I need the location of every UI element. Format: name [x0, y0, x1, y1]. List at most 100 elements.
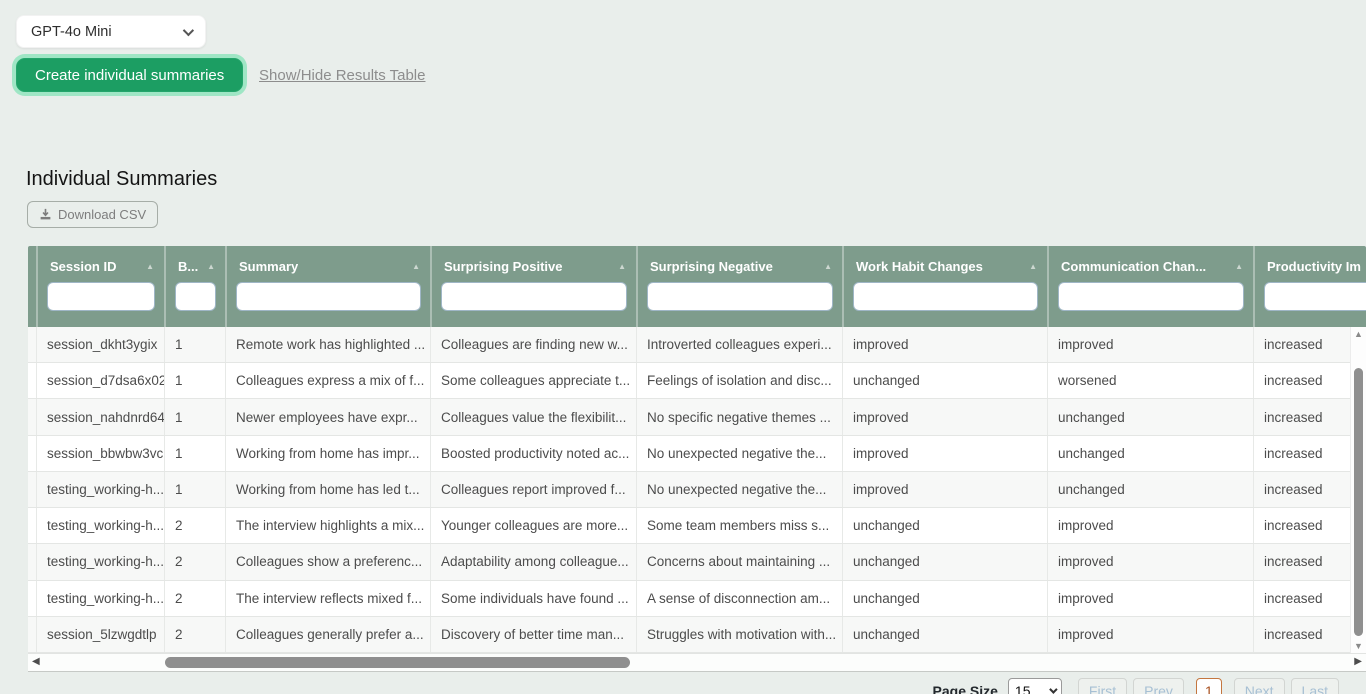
horizontal-scrollbar-thumb[interactable] [165, 657, 630, 668]
table-cell: No specific negative themes ... [636, 399, 842, 435]
table-cell: No unexpected negative the... [636, 435, 842, 471]
table-cell: improved [1047, 544, 1253, 580]
table-cell: 2 [164, 616, 225, 652]
current-page-button[interactable]: 1 [1195, 678, 1222, 694]
table-cell: Some colleagues appreciate t... [430, 363, 636, 399]
column-header-label[interactable]: Session ID [50, 259, 116, 274]
sort-asc-icon[interactable]: ▲ [1029, 262, 1037, 271]
table-cell: unchanged [1047, 399, 1253, 435]
row-spacer [28, 472, 36, 507]
column-header[interactable]: Communication Chan... ▲ [1047, 246, 1253, 327]
row-spacer [28, 399, 36, 434]
first-page-button[interactable]: First [1077, 678, 1128, 694]
chevron-down-icon [1049, 685, 1058, 694]
sort-asc-icon[interactable]: ▲ [207, 262, 215, 271]
column-filter-input[interactable] [647, 282, 833, 311]
column-filter-input[interactable] [236, 282, 421, 311]
table-cell: The interview reflects mixed f... [225, 580, 430, 616]
sort-asc-icon[interactable]: ▲ [412, 262, 420, 271]
column-header-label[interactable]: Work Habit Changes [856, 259, 983, 274]
table-cell: unchanged [842, 508, 1047, 544]
column-header[interactable]: Surprising Negative ▲ [636, 246, 842, 327]
horizontal-scrollbar[interactable]: ◀ ▶ [28, 653, 1366, 671]
model-select[interactable]: GPT-4o Mini [16, 15, 206, 48]
table-cell: session_dkht3ygix [36, 327, 164, 363]
table-row: testing_working-h... 1 Working from home h… [28, 471, 1366, 509]
page-title: Individual Summaries [26, 168, 218, 190]
scroll-down-icon[interactable]: ▼ [1351, 641, 1366, 651]
table-cell: testing_working-h... [36, 580, 164, 616]
column-header-label[interactable]: Surprising Positive [444, 259, 562, 274]
table-cell: 2 [164, 580, 225, 616]
toggle-results-table-link[interactable]: Show/Hide Results Table [259, 67, 425, 84]
column-header-label[interactable]: Productivity Im [1267, 259, 1361, 274]
table-cell: The interview highlights a mix... [225, 508, 430, 544]
last-page-button[interactable]: Last [1290, 678, 1339, 694]
sort-asc-icon[interactable]: ▲ [618, 262, 626, 271]
table-row: testing_working-h... 2 The interview highl… [28, 508, 1366, 545]
column-filter-input[interactable] [47, 282, 155, 311]
column-filter-input[interactable] [1058, 282, 1244, 311]
vertical-scrollbar-thumb[interactable] [1354, 368, 1363, 636]
table-cell: testing_working-h... [36, 544, 164, 580]
scroll-right-icon[interactable]: ▶ [1354, 656, 1362, 667]
table-cell: Adaptability among colleague... [430, 544, 636, 580]
next-page-button[interactable]: Next [1233, 678, 1285, 694]
column-header[interactable]: Surprising Positive ▲ [430, 246, 636, 327]
page-size-label: Page Size [932, 683, 998, 694]
individual-summaries-table: Session ID ▲ B... ▲ Summary ▲ Surprising Posit… [28, 246, 1366, 672]
column-header[interactable]: Summary ▲ [225, 246, 430, 327]
page-size-value: 15 [1014, 683, 1031, 694]
sort-asc-icon[interactable]: ▲ [824, 262, 832, 271]
table-cell: testing_working-h... [36, 508, 164, 544]
table-cell: 1 [164, 327, 225, 363]
vertical-scrollbar[interactable]: ▲ ▼ [1350, 327, 1366, 653]
sort-asc-icon[interactable]: ▲ [146, 262, 154, 271]
table-cell: Colleagues express a mix of f... [225, 363, 430, 399]
row-spacer [28, 617, 36, 652]
prev-page-button[interactable]: Prev [1133, 678, 1184, 694]
table-cell: Remote work has highlighted ... [225, 327, 430, 363]
table-cell: A sense of disconnection am... [636, 580, 842, 616]
pagination-bar: Page Size 15 First Prev 1 Next Last [933, 678, 1339, 694]
scroll-up-icon[interactable]: ▲ [1351, 329, 1366, 339]
table-cell: 1 [164, 435, 225, 471]
column-filter-input[interactable] [175, 282, 216, 311]
column-header[interactable]: Productivity Im [1253, 246, 1366, 327]
table-cell: Discovery of better time man... [430, 616, 636, 652]
sort-asc-icon[interactable]: ▲ [1235, 262, 1243, 271]
table-cell: improved [842, 327, 1047, 363]
table-cell: Colleagues are finding new w... [430, 327, 636, 363]
page-size-select[interactable]: 15 [1007, 678, 1062, 694]
column-header[interactable]: Session ID ▲ [36, 246, 164, 327]
model-select-value: GPT-4o Mini [31, 23, 112, 40]
column-filter-input[interactable] [1264, 282, 1366, 311]
table-cell: unchanged [842, 580, 1047, 616]
table-cell: Feelings of isolation and disc... [636, 363, 842, 399]
scroll-left-icon[interactable]: ◀ [32, 656, 40, 667]
table-cell: testing_working-h... [36, 471, 164, 508]
header-spacer [28, 246, 36, 327]
table-cell: improved [1047, 327, 1253, 363]
download-csv-button[interactable]: Download CSV [27, 201, 159, 228]
table-cell: 1 [164, 363, 225, 399]
table-cell: unchanged [1047, 435, 1253, 471]
column-filter-input[interactable] [853, 282, 1038, 311]
column-header-label[interactable]: B... [178, 259, 198, 274]
row-spacer [28, 581, 36, 616]
row-spacer [28, 363, 36, 398]
table-cell: Colleagues show a preferenc... [225, 544, 430, 580]
table-cell: improved [842, 399, 1047, 435]
table-cell: Younger colleagues are more... [430, 508, 636, 544]
table-cell: unchanged [1047, 471, 1253, 508]
column-header-label[interactable]: Communication Chan... [1061, 259, 1206, 274]
table-row: session_bbwbw3vch 1 Working from home has … [28, 435, 1366, 472]
column-header[interactable]: B... ▲ [164, 246, 225, 327]
column-filter-input[interactable] [441, 282, 627, 311]
create-summaries-button[interactable]: Create individual summaries [16, 58, 244, 92]
table-cell: Introverted colleagues experi... [636, 327, 842, 363]
table-cell: session_d7dsa6x02 [36, 363, 164, 399]
column-header-label[interactable]: Summary [239, 259, 298, 274]
column-header[interactable]: Work Habit Changes ▲ [842, 246, 1047, 327]
column-header-label[interactable]: Surprising Negative [650, 259, 773, 274]
